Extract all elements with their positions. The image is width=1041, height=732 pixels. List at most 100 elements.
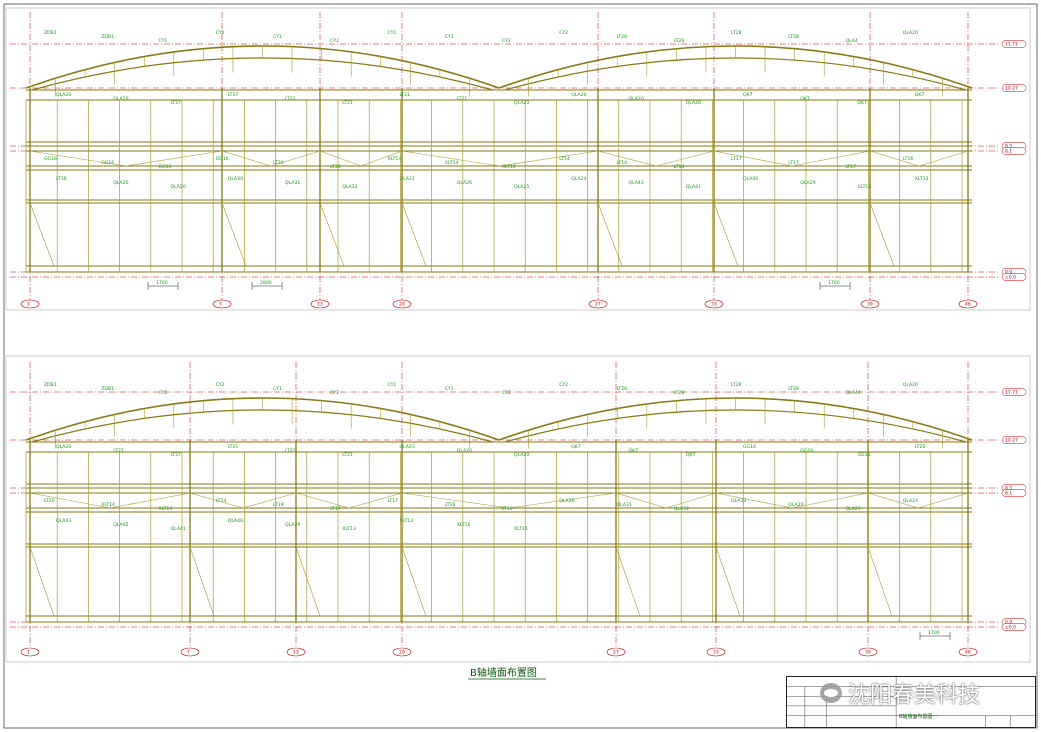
bracing (715, 492, 793, 509)
member-label: QK7 (629, 448, 639, 454)
member-label: QLA32 (342, 184, 357, 190)
member-label: XLT13 (342, 526, 356, 532)
member-label: QLA20 (514, 452, 529, 458)
bracing (713, 202, 739, 267)
member-label: QLA40 (228, 518, 243, 524)
axis-tag-label: 33 (713, 650, 719, 656)
bracing (189, 546, 215, 617)
bracing (867, 546, 893, 617)
member-label: QLA31 (285, 180, 300, 186)
axis-tag-label: 13 (317, 302, 323, 308)
axis-tag-label: 33 (711, 302, 717, 308)
member-label: QLA25 (514, 184, 529, 190)
member-label: GG16 (743, 444, 756, 450)
member-label: LT21 (400, 92, 411, 98)
member-label: QLA20 (903, 382, 918, 388)
member-label: QLA23 (514, 100, 529, 106)
member-label: QLA33 (731, 498, 746, 504)
member-label: CY2 (502, 38, 511, 44)
member-label: QLA29 (285, 522, 300, 528)
member-label: LT16 (502, 506, 513, 512)
axis-tag-label: 39 (865, 650, 871, 656)
member-label: ZDB1 (44, 30, 57, 36)
member-label: QLA31 (400, 176, 415, 182)
member-label: QLA20 (56, 92, 71, 98)
member-label: LT21 (342, 452, 353, 458)
member-label: CY2 (330, 38, 339, 44)
member-label: GG16 (216, 156, 229, 162)
member-label: CY1 (159, 38, 168, 44)
axis-tag (20, 299, 40, 309)
member-label: QK7 (915, 92, 925, 98)
axis-tag-label: 46 (965, 302, 971, 308)
member-label: XLT13 (400, 518, 414, 524)
member-label: QLA41 (171, 526, 186, 532)
member-label: CY1 (388, 382, 397, 388)
member-label: LT17 (388, 498, 399, 504)
member-label: LT28 (788, 34, 799, 40)
member-label: CY1 (445, 34, 454, 40)
member-label: XLT14 (388, 156, 402, 162)
member-label: QK7 (571, 444, 581, 450)
member-label: CY2 (216, 30, 225, 36)
member-label: QLA4 (846, 38, 858, 44)
bracing (29, 202, 55, 267)
elevation-tag-label: 11.71 (1005, 42, 1018, 48)
member-label: LT14 (559, 156, 570, 162)
bracing (665, 492, 717, 509)
bracing (29, 546, 55, 617)
bracing (221, 150, 272, 167)
member-label: LT27 (113, 448, 124, 454)
member-label: XLT16 (514, 526, 528, 532)
member-label: LT20 (330, 164, 341, 170)
member-label: LT26 (617, 34, 628, 40)
bracing (597, 202, 623, 267)
member-label: LT21 (342, 100, 353, 106)
member-label: CY2 (559, 30, 568, 36)
dimension-label: 2800 (260, 280, 272, 286)
dimension-label: 1700 (156, 280, 168, 286)
member-label: GG16 (159, 164, 172, 170)
member-label: LT20 (915, 444, 926, 450)
member-label: XLT14 (445, 160, 459, 166)
member-label: QLA31 (617, 502, 632, 508)
bracing (918, 150, 969, 167)
member-label: CY2 (330, 390, 339, 396)
bracing (715, 546, 741, 617)
bracing (319, 202, 345, 267)
member-label: QLA43 (56, 518, 71, 524)
member-label: QLA24 (903, 498, 918, 504)
axis-tag-label: 1 (27, 302, 30, 308)
member-label: LT16 (903, 156, 914, 162)
member-label: LT26 (674, 390, 685, 396)
member-label: LT28 (731, 382, 742, 388)
axis-tag-label: 7 (219, 302, 222, 308)
member-label: QK7 (800, 96, 810, 102)
member-label: GG16 (101, 160, 114, 166)
bracing (869, 202, 895, 267)
member-label: QLA24 (571, 176, 586, 182)
member-label: QLA42 (113, 522, 128, 528)
elevation-tag-label: 8.1 (1005, 149, 1012, 155)
member-label: LT16 (445, 502, 456, 508)
member-label: QLA20 (171, 184, 186, 190)
axis-tag-label: 13 (293, 650, 299, 656)
bracing (125, 150, 223, 167)
bracing (401, 492, 510, 509)
member-label: LT14 (674, 164, 685, 170)
axis-tag-label: 27 (613, 650, 619, 656)
member-label: ZDB1 (101, 34, 114, 40)
member-label: LT16 (56, 176, 67, 182)
member-label: CY2 (216, 382, 225, 388)
axis-tag-label: 7 (187, 650, 190, 656)
member-label: QLA30 (228, 176, 243, 182)
bracing (655, 150, 715, 167)
member-label: QLA43 (629, 180, 644, 186)
member-label: QLA41 (686, 184, 701, 190)
bracing (615, 546, 641, 617)
member-label: QLA20 (457, 448, 472, 454)
member-label: GG16 (800, 448, 813, 454)
member-label: CY2 (502, 390, 511, 396)
member-label: LT20 (273, 160, 284, 166)
bracing (109, 492, 191, 509)
